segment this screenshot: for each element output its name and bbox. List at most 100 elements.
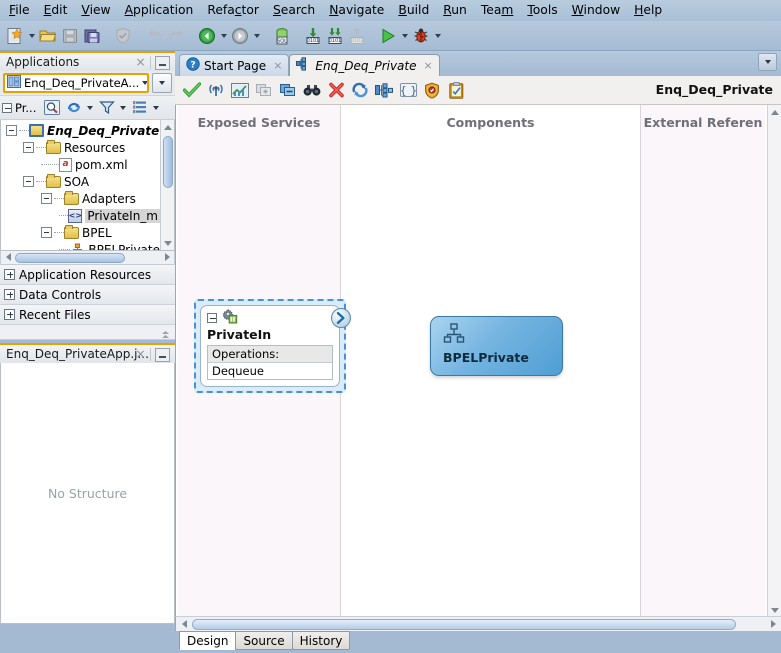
project-tree[interactable]: Enq_Deq_Private Resources a pom.xml [1,120,160,250]
step-over-icon[interactable]: 0101 [324,24,346,48]
tab-start-page[interactable]: ? Start Page × [179,54,289,76]
minimize-icon[interactable] [155,348,170,362]
braces-icon[interactable]: { } [397,78,419,102]
sql-worksheet-icon[interactable]: SQL [271,24,293,48]
tree-vertical-scrollbar[interactable] [160,120,174,250]
refresh-dropdown-arrow[interactable] [85,98,95,118]
open-folder-icon[interactable] [37,24,59,48]
menu-file[interactable]: File [2,1,37,20]
expander-minus-icon[interactable] [41,227,52,238]
menu-help[interactable]: Help [627,1,669,20]
debug-dropdown-arrow[interactable] [432,24,443,48]
scroll-thumb[interactable] [15,253,125,263]
expander-plus-icon[interactable] [4,269,15,280]
tree-node-adapters[interactable]: Adapters [1,190,160,207]
menu-edit[interactable]: Edit [37,1,75,20]
service-connector-arrow-icon[interactable] [331,308,351,328]
new-icon[interactable] [4,24,26,48]
tree-node-project[interactable]: Enq_Deq_Private [1,122,160,139]
menu-team[interactable]: Team [474,1,521,20]
save-icon[interactable] [59,24,81,48]
component-bpelprivate[interactable]: BPELPrivate [430,316,563,376]
back-dropdown-arrow[interactable] [218,24,229,48]
scroll-thumb[interactable] [192,619,736,630]
menu-navigate[interactable]: Navigate [322,1,391,20]
tab-enq-deq-private[interactable]: Enq_Deq_Private × [289,54,439,76]
search-icon[interactable] [41,98,62,118]
service-card[interactable]: PrivateIn Operations: Dequeue [200,305,340,387]
tree-node-soa[interactable]: SOA [1,173,160,190]
expander-minus-icon[interactable] [6,125,17,136]
tree-node-pomxml[interactable]: a pom.xml [1,156,160,173]
operation-row[interactable]: Dequeue [208,363,332,379]
validate-check-icon[interactable] [181,78,203,102]
debug-icon[interactable] [410,24,432,48]
canvas-vertical-scrollbar[interactable] [767,105,781,617]
close-icon[interactable]: × [134,56,147,69]
expander-minus-icon[interactable] [23,176,34,187]
menu-search[interactable]: Search [266,1,322,20]
expander-minus-icon[interactable] [41,193,52,204]
panel-recent-files[interactable]: Recent Files [0,305,175,325]
view-options-icon[interactable] [129,98,150,118]
menu-application[interactable]: Application [118,1,201,20]
tree-horizontal-scrollbar[interactable] [0,251,175,265]
scroll-up-arrow[interactable] [768,105,781,119]
arrange-icon[interactable] [277,78,299,102]
filter-icon[interactable] [96,98,117,118]
menu-tools[interactable]: Tools [520,1,564,20]
menu-window[interactable]: Window [565,1,628,20]
wsdl-antenna-icon[interactable] [205,78,227,102]
tab-history[interactable]: History [292,631,351,650]
close-icon[interactable]: × [273,59,282,72]
forward-icon[interactable] [229,24,251,48]
forward-dropdown-arrow[interactable] [251,24,262,48]
scroll-up-arrow[interactable] [161,120,175,134]
dock-splitter[interactable] [0,325,175,340]
projects-label[interactable]: Pr... [2,101,40,115]
composite-properties-icon[interactable] [373,78,395,102]
scroll-down-arrow[interactable] [161,236,175,250]
tree-node-privatein[interactable]: <> PrivateIn_m [1,207,160,224]
scroll-right-arrow[interactable] [160,251,174,263]
filter-dropdown-arrow[interactable] [118,98,128,118]
panel-data-controls[interactable]: Data Controls [0,285,175,305]
scroll-thumb[interactable] [163,136,173,188]
expander-plus-icon[interactable] [4,309,15,320]
new-dropdown-arrow[interactable] [26,24,37,48]
application-menu-button[interactable] [152,73,172,93]
save-all-icon[interactable] [81,24,103,48]
expander-minus-icon[interactable] [23,142,34,153]
scroll-down-arrow[interactable] [768,603,781,617]
application-combo[interactable]: Enq_Deq_PrivateA... [3,73,149,93]
menu-build[interactable]: Build [391,1,436,20]
exposed-service-privatein[interactable]: PrivateIn Operations: Dequeue [194,299,346,393]
scroll-right-arrow[interactable] [766,618,780,630]
run-dropdown-arrow[interactable] [399,24,410,48]
close-icon[interactable]: × [134,348,147,361]
tree-node-resources[interactable]: Resources [1,139,160,156]
run-icon[interactable] [377,24,399,48]
collapse-icon[interactable] [207,313,217,323]
delete-x-icon[interactable] [325,78,347,102]
refresh-icon[interactable] [63,98,84,118]
step-into-icon[interactable]: 0101 [302,24,324,48]
back-icon[interactable] [196,24,218,48]
test-clipboard-icon[interactable] [445,78,467,102]
expander-plus-icon[interactable] [4,289,15,300]
canvas-horizontal-scrollbar[interactable] [175,616,781,631]
chart-icon[interactable] [229,78,251,102]
tab-source[interactable]: Source [235,631,292,650]
menu-view[interactable]: View [74,1,117,20]
refresh-wire-icon[interactable] [349,78,371,102]
composite-canvas[interactable]: Exposed Services Components External Ref… [175,105,781,617]
scroll-left-arrow[interactable] [1,251,15,263]
chevron-down-icon[interactable] [142,81,148,85]
scroll-left-arrow[interactable] [177,618,191,630]
view-options-dropdown-arrow[interactable] [151,98,161,118]
tree-node-bpelprivate[interactable]: BPELPrivate [1,241,160,250]
tab-overflow-button[interactable] [758,53,777,71]
security-policy-icon[interactable] [421,78,443,102]
menu-run[interactable]: Run [436,1,474,20]
tab-design[interactable]: Design [179,631,236,650]
